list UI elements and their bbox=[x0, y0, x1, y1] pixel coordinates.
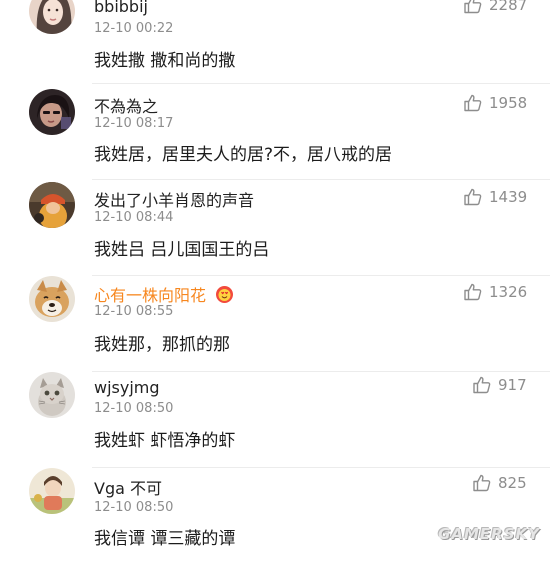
comment-timestamp: 12-10 00:22 bbox=[94, 21, 174, 36]
comment-item: 发出了小羊肖恩的声音 12-10 08:44 我姓吕 吕儿国国王的吕 1439 bbox=[0, 180, 550, 276]
vip-username-label: 心有一株向阳花 bbox=[94, 286, 207, 305]
avatar[interactable] bbox=[29, 468, 75, 514]
comment-text: 我姓虾 虾悟净的虾 bbox=[94, 431, 236, 451]
comment-item: 不為為之 12-10 08:17 我姓居，居里夫人的居?不，居八戒的居 1958 bbox=[0, 84, 550, 180]
comment-text: 我姓撒 撒和尚的撒 bbox=[94, 51, 236, 71]
comment-username[interactable]: bbibbij bbox=[94, 0, 148, 16]
avatar[interactable] bbox=[29, 372, 75, 418]
thumbs-up-icon bbox=[463, 0, 483, 15]
comment-text: 我姓居，居里夫人的居?不，居八戒的居 bbox=[94, 145, 393, 165]
avatar[interactable] bbox=[29, 89, 75, 135]
comment-item: 心有一株向阳花 12-10 08:55 我姓那，那抓的那 1326 bbox=[0, 276, 550, 372]
watermark: GAMERSKY bbox=[438, 525, 540, 543]
like-button[interactable]: 1326 bbox=[463, 281, 527, 303]
comment-username[interactable]: wjsyjmg bbox=[94, 378, 160, 397]
like-button[interactable]: 825 bbox=[472, 472, 527, 494]
comment-username[interactable]: 发出了小羊肖恩的声音 bbox=[94, 187, 254, 211]
like-button[interactable]: 1439 bbox=[463, 186, 527, 208]
like-count: 2287 bbox=[489, 0, 528, 14]
like-count: 825 bbox=[498, 474, 527, 492]
comment-timestamp: 12-10 08:55 bbox=[94, 304, 174, 319]
like-count: 1958 bbox=[489, 94, 528, 112]
avatar[interactable] bbox=[29, 182, 75, 228]
like-count: 1439 bbox=[489, 188, 528, 206]
like-button[interactable]: 917 bbox=[472, 374, 527, 396]
thumbs-up-icon bbox=[463, 187, 483, 207]
comment-item: wjsyjmg 12-10 08:50 我姓虾 虾悟净的虾 917 bbox=[0, 372, 550, 468]
like-count: 1326 bbox=[489, 283, 528, 301]
comment-timestamp: 12-10 08:17 bbox=[94, 116, 174, 131]
like-count: 917 bbox=[498, 376, 527, 394]
comment-text: 我姓吕 吕儿国国王的吕 bbox=[94, 240, 270, 260]
thumbs-up-icon bbox=[472, 473, 492, 493]
comment-item: Vga 不可 12-10 08:50 我信谭 谭三藏的谭 825 bbox=[0, 466, 550, 562]
comment-username[interactable]: Vga 不可 bbox=[94, 475, 162, 499]
thumbs-up-icon bbox=[463, 93, 483, 113]
comment-text: 我姓那，那抓的那 bbox=[94, 335, 230, 355]
comment-username[interactable]: 不為為之 bbox=[94, 93, 158, 117]
heart-eyes-badge-icon bbox=[215, 285, 234, 308]
like-button[interactable]: 2287 bbox=[463, 0, 527, 16]
thumbs-up-icon bbox=[472, 375, 492, 395]
comment-item: bbibbij 12-10 00:22 我姓撒 撒和尚的撒 2287 bbox=[0, 0, 550, 84]
comment-text: 我信谭 谭三藏的谭 bbox=[94, 529, 236, 549]
avatar[interactable] bbox=[29, 276, 75, 322]
avatar[interactable] bbox=[29, 0, 75, 34]
thumbs-up-icon bbox=[463, 282, 483, 302]
comment-timestamp: 12-10 08:50 bbox=[94, 500, 174, 515]
comment-timestamp: 12-10 08:44 bbox=[94, 210, 174, 225]
like-button[interactable]: 1958 bbox=[463, 92, 527, 114]
comment-timestamp: 12-10 08:50 bbox=[94, 401, 174, 416]
